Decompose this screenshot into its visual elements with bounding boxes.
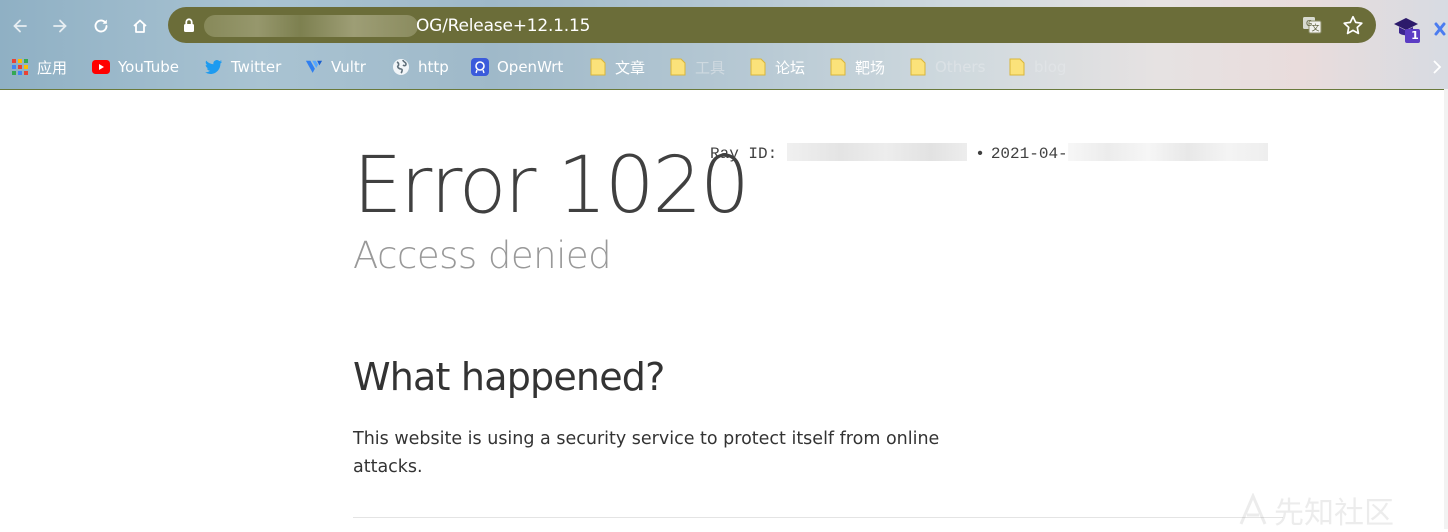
watermark: 先知社区	[1238, 488, 1394, 532]
ray-separator: •	[975, 145, 985, 163]
bookmark-http[interactable]: http	[392, 52, 449, 82]
address-bar[interactable]: OG/Release+12.1.15 G文	[168, 7, 1376, 43]
lock-icon	[184, 18, 194, 32]
section-heading: What happened?	[353, 355, 665, 399]
bookmark-vultr[interactable]: Vultr	[305, 52, 366, 82]
watermark-text: 先知社区	[1274, 496, 1394, 531]
redacted-url-segment	[204, 15, 418, 37]
divider	[353, 517, 1283, 518]
bookmark-apps[interactable]: 应用	[11, 52, 67, 82]
bookmark-label: http	[418, 58, 449, 76]
redacted-date	[1067, 143, 1268, 161]
bookmark-folder-articles[interactable]: 文章	[589, 52, 645, 82]
folder-icon	[749, 58, 767, 76]
url-text[interactable]: OG/Release+12.1.15	[416, 15, 590, 37]
home-button[interactable]	[126, 12, 154, 40]
redacted-ray-id	[787, 143, 968, 161]
openwrt-icon	[471, 58, 489, 76]
bookmark-label: Others	[935, 58, 986, 76]
bookmark-label: 论坛	[775, 58, 806, 77]
forward-button[interactable]	[46, 12, 74, 40]
error-header: Error 1020	[353, 141, 750, 231]
bookmark-twitter[interactable]: Twitter	[205, 52, 281, 82]
chevron-right-icon[interactable]	[1430, 58, 1444, 76]
arrow-right-icon	[53, 19, 67, 33]
bookmark-label: 文章	[615, 58, 646, 77]
folder-icon	[589, 58, 607, 76]
ray-id: Ray ID: • 2021-04-	[710, 143, 1268, 163]
youtube-icon	[92, 58, 110, 76]
error-subtitle: Access denied	[353, 234, 612, 277]
folder-icon	[669, 58, 687, 76]
bookmark-label: Twitter	[231, 58, 282, 76]
folder-icon	[1008, 58, 1026, 76]
bookmark-folder-forums[interactable]: 论坛	[749, 52, 805, 82]
bookmarks-bar: 应用 YouTube Twitter Vultr http OpenWrt 文章…	[0, 52, 1448, 82]
browser-chrome: OG/Release+12.1.15 G文 1 应用 YouTube Twitt…	[0, 0, 1448, 90]
reload-icon	[94, 19, 108, 33]
bookmark-folder-others[interactable]: Others	[909, 52, 985, 82]
translate-icon[interactable]: G文	[1302, 16, 1322, 34]
back-button[interactable]	[6, 12, 34, 40]
ray-id-label: Ray ID:	[710, 145, 778, 163]
bookmark-label: OpenWrt	[497, 58, 564, 76]
ray-date: 2021-04-	[990, 145, 1068, 163]
apps-grid-icon	[11, 58, 29, 76]
svg-text:文: 文	[1312, 23, 1320, 33]
vultr-icon	[305, 58, 323, 76]
section-text: This website is using a security service…	[353, 429, 940, 477]
bookmark-label: 工具	[695, 58, 726, 77]
folder-icon	[909, 58, 927, 76]
bookmark-openwrt[interactable]: OpenWrt	[471, 52, 563, 82]
extension-icon[interactable]	[1432, 14, 1448, 44]
bookmark-folder-blog[interactable]: blog	[1008, 52, 1066, 82]
scrollbar[interactable]	[1444, 89, 1448, 529]
globe-icon	[392, 58, 410, 76]
bookmark-label: 应用	[37, 58, 68, 77]
bookmark-folder-tools[interactable]: 工具	[669, 52, 725, 82]
reload-button[interactable]	[87, 12, 115, 40]
twitter-icon	[205, 58, 223, 76]
bookmark-label: 靶场	[855, 58, 886, 77]
bookmark-folder-range[interactable]: 靶场	[829, 52, 885, 82]
error-title: Error 1020	[353, 141, 750, 231]
bookmark-label: YouTube	[118, 58, 179, 76]
bookmark-youtube[interactable]: YouTube	[92, 52, 179, 82]
home-icon	[133, 19, 147, 33]
bookmark-label: blog	[1034, 58, 1067, 76]
extension-button[interactable]: 1	[1392, 14, 1422, 44]
folder-icon	[829, 58, 847, 76]
bookmark-label: Vultr	[331, 58, 366, 76]
arrow-left-icon	[13, 19, 27, 33]
watermark-logo	[1239, 493, 1267, 525]
extension-badge: 1	[1411, 29, 1419, 42]
star-icon[interactable]	[1342, 15, 1364, 35]
